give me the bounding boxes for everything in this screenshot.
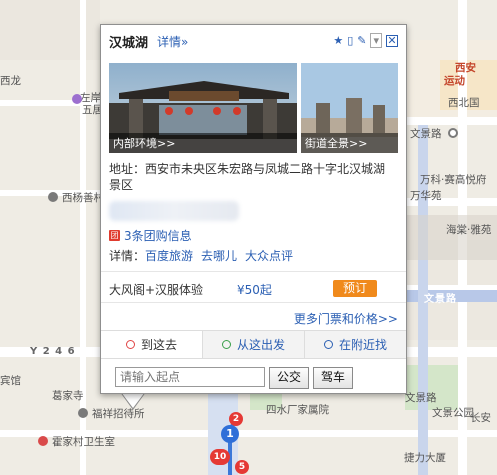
map-label: 运动 — [444, 75, 465, 87]
photo-caption[interactable]: 街道全景>> — [301, 133, 398, 153]
route-marker[interactable]: 2 — [229, 412, 243, 426]
close-icon[interactable]: ✕ — [386, 34, 398, 47]
map-label: 文景路 — [410, 128, 442, 140]
star-icon[interactable]: ★ — [333, 34, 343, 47]
poi-marker[interactable] — [72, 94, 82, 104]
route-tabs: 到这去 从这出发 在附近找 — [101, 330, 406, 359]
poi-marker[interactable] — [448, 128, 458, 138]
address-text: 西安市未央区朱宏路与凤城二路十字北汉城湖景区 — [109, 162, 386, 192]
dropdown-icon[interactable]: ▾ — [370, 33, 382, 48]
map-label: 捷力大厦 — [404, 452, 446, 464]
popup-toolbar: ★ ▯ ✎ ▾ ✕ — [333, 33, 398, 48]
map-label: 文景公园 — [432, 407, 474, 419]
bus-button[interactable]: 公交 — [269, 367, 310, 389]
road-label: 文景路 — [424, 294, 457, 305]
map-label: 西北国 — [448, 97, 480, 109]
map-label: 宾馆 — [0, 375, 21, 387]
divider — [101, 271, 406, 272]
search-icon — [323, 340, 333, 349]
map-label: 长安 — [470, 412, 491, 424]
poi-marker[interactable] — [48, 192, 58, 202]
start-icon — [221, 340, 231, 349]
detail-link[interactable]: 详情» — [157, 33, 188, 50]
address: 地址：西安市未央区朱宏路与凤城二路十字北汉城湖景区 — [109, 161, 397, 193]
photo-interior[interactable]: 内部环境>> — [109, 63, 297, 153]
info-popup: 汉城湖 详情» ★ ▯ ✎ ▾ ✕ 内部环境>> 街道全景>> 地址：西安市未央… — [100, 24, 407, 394]
tab-label: 从这出发 — [236, 338, 285, 352]
map-label: 西龙 — [0, 75, 21, 87]
map-label: 西杨善村 — [62, 192, 104, 204]
more-tickets-link[interactable]: 更多门票和价格>> — [294, 310, 398, 327]
route-marker[interactable]: 5 — [235, 460, 249, 474]
groupbuy-row[interactable]: 团 3条团购信息 — [109, 227, 192, 244]
blurred-phone — [109, 201, 239, 221]
tab-start-here[interactable]: 从这出发 — [202, 331, 304, 358]
map-label: 霍家村卫生室 — [52, 436, 115, 448]
map-label: 万华苑 — [410, 190, 442, 202]
tab-go-here[interactable]: 到这去 — [101, 331, 202, 358]
link-baidu-travel[interactable]: 百度旅游 — [145, 249, 193, 263]
road-label: Y 2 4 6 — [30, 346, 76, 357]
tab-label: 到这去 — [140, 338, 177, 352]
route-search-row: 公交 驾车 — [115, 367, 354, 389]
map-label: 万科·赛高悦府 — [420, 174, 487, 186]
drive-button[interactable]: 驾车 — [313, 367, 354, 389]
groupbuy-link[interactable]: 3条团购信息 — [124, 227, 192, 244]
book-button[interactable]: 预订 — [333, 280, 377, 297]
poi-marker[interactable] — [78, 408, 88, 418]
route-marker[interactable]: 10 — [210, 449, 230, 465]
map-label: 四水厂家属院 — [266, 404, 329, 416]
phone-icon[interactable]: ▯ — [347, 34, 353, 47]
tab-nearby[interactable]: 在附近找 — [304, 331, 406, 358]
ticket-price: ¥50起 — [237, 283, 272, 297]
popup-pointer — [121, 392, 145, 408]
link-dianping[interactable]: 大众点评 — [245, 249, 293, 263]
poi-marker[interactable] — [38, 436, 48, 446]
groupbuy-icon: 团 — [109, 230, 120, 241]
map-label: 葛家寺 — [52, 390, 84, 402]
tab-label: 在附近找 — [338, 338, 387, 352]
start-point-input[interactable] — [115, 367, 265, 387]
link-qunar[interactable]: 去哪儿 — [201, 249, 237, 263]
photo-street[interactable]: 街道全景>> — [301, 63, 398, 153]
photo-caption[interactable]: 内部环境>> — [109, 133, 297, 153]
map-label: 文景路 — [405, 392, 437, 404]
edit-icon[interactable]: ✎ — [357, 34, 366, 47]
popup-title: 汉城湖 — [109, 36, 149, 51]
divider — [101, 302, 406, 303]
destination-icon — [125, 340, 135, 349]
detail-label: 详情： — [109, 249, 146, 263]
ticket-name: 大风阁+汉服体验 — [109, 283, 204, 297]
map-label: 海棠·雅苑 — [446, 224, 492, 236]
address-label: 地址： — [109, 162, 146, 176]
route-marker[interactable]: 1 — [221, 425, 239, 443]
detail-links: 详情：百度旅游 去哪儿 大众点评 — [109, 247, 301, 264]
